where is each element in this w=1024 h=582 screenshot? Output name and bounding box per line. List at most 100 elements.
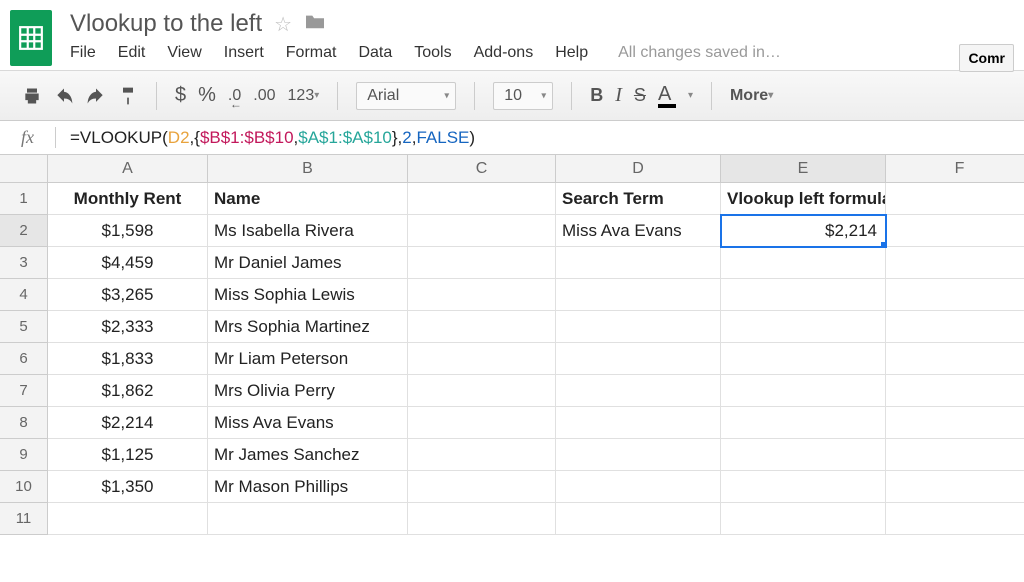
cell-E[interactable] (721, 247, 886, 279)
cell-F[interactable] (886, 375, 1024, 407)
col-head-D[interactable]: D (556, 155, 721, 183)
menu-format[interactable]: Format (286, 44, 337, 62)
cell-A[interactable]: $1,833 (48, 343, 208, 375)
cell-F[interactable] (886, 471, 1024, 503)
row-head-11[interactable]: 11 (0, 503, 48, 535)
star-icon[interactable]: ☆ (274, 12, 292, 37)
cell-A[interactable]: Monthly Rent (48, 183, 208, 215)
cell-B[interactable]: Mrs Sophia Martinez (208, 311, 408, 343)
menu-view[interactable]: View (167, 44, 201, 62)
cell-E[interactable] (721, 375, 886, 407)
sheets-logo[interactable] (10, 10, 52, 66)
row-head-1[interactable]: 1 (0, 183, 48, 215)
cell-E[interactable] (721, 311, 886, 343)
folder-icon[interactable] (304, 12, 326, 36)
currency-button[interactable]: $ (175, 84, 186, 107)
row-head-5[interactable]: 5 (0, 311, 48, 343)
select-all-corner[interactable] (0, 155, 48, 183)
cell-B[interactable]: Mr Mason Phillips (208, 471, 408, 503)
row-head-10[interactable]: 10 (0, 471, 48, 503)
number-format-button[interactable]: 123 ▾ (288, 87, 320, 105)
increase-decimal-button[interactable]: .00 (253, 87, 275, 105)
comments-button[interactable]: Comr (959, 44, 1014, 72)
cell-A[interactable]: $2,214 (48, 407, 208, 439)
cell-D[interactable]: Miss Ava Evans (556, 215, 721, 247)
cell-D[interactable] (556, 375, 721, 407)
cell-B[interactable] (208, 503, 408, 535)
cell-C[interactable] (408, 439, 556, 471)
cell-B[interactable]: Mr Liam Peterson (208, 343, 408, 375)
redo-icon[interactable] (86, 88, 106, 104)
cell-F[interactable] (886, 183, 1024, 215)
cell-C[interactable] (408, 471, 556, 503)
cell-F[interactable] (886, 311, 1024, 343)
cell-D[interactable] (556, 247, 721, 279)
cell-F[interactable] (886, 407, 1024, 439)
paint-format-icon[interactable] (118, 85, 138, 107)
col-head-E[interactable]: E (721, 155, 886, 183)
cell-E[interactable] (721, 439, 886, 471)
cell-C[interactable] (408, 311, 556, 343)
cell-E[interactable] (721, 279, 886, 311)
cell-A[interactable]: $3,265 (48, 279, 208, 311)
cell-F[interactable] (886, 343, 1024, 375)
more-button[interactable]: More ▾ (730, 87, 773, 105)
cell-F[interactable] (886, 215, 1024, 247)
row-head-8[interactable]: 8 (0, 407, 48, 439)
italic-button[interactable]: I (615, 84, 622, 107)
col-head-F[interactable]: F (886, 155, 1024, 183)
row-head-3[interactable]: 3 (0, 247, 48, 279)
cell-C[interactable] (408, 407, 556, 439)
cell-D[interactable] (556, 279, 721, 311)
text-color-dropdown-icon[interactable]: ▾ (688, 90, 693, 101)
cell-D[interactable] (556, 343, 721, 375)
cell-A[interactable]: $1,350 (48, 471, 208, 503)
decrease-decimal-button[interactable]: .0← (228, 87, 241, 105)
cell-B[interactable]: Miss Ava Evans (208, 407, 408, 439)
row-head-7[interactable]: 7 (0, 375, 48, 407)
cell-C[interactable] (408, 247, 556, 279)
cell-C[interactable] (408, 503, 556, 535)
cell-F[interactable] (886, 503, 1024, 535)
formula-input[interactable]: =VLOOKUP(D2,{$B$1:$B$10,$A$1:$A$10},2,FA… (56, 128, 475, 148)
cell-D[interactable] (556, 407, 721, 439)
cell-E[interactable] (721, 471, 886, 503)
row-head-2[interactable]: 2 (0, 215, 48, 247)
cell-E[interactable]: Vlookup left formula (721, 183, 886, 215)
doc-title[interactable]: Vlookup to the left (70, 10, 262, 38)
cell-E[interactable] (721, 503, 886, 535)
menu-help[interactable]: Help (555, 44, 588, 62)
menu-insert[interactable]: Insert (224, 44, 264, 62)
col-head-A[interactable]: A (48, 155, 208, 183)
cell-D[interactable]: Search Term (556, 183, 721, 215)
cell-D[interactable] (556, 439, 721, 471)
cell-B[interactable]: Mrs Olivia Perry (208, 375, 408, 407)
menu-edit[interactable]: Edit (118, 44, 146, 62)
cell-A[interactable]: $1,862 (48, 375, 208, 407)
cell-A[interactable]: $1,598 (48, 215, 208, 247)
cell-F[interactable] (886, 247, 1024, 279)
bold-button[interactable]: B (590, 85, 603, 106)
font-select[interactable]: Arial▾ (356, 82, 456, 110)
cell-E[interactable]: $2,214 (721, 215, 886, 247)
cell-F[interactable] (886, 279, 1024, 311)
cell-C[interactable] (408, 375, 556, 407)
font-size-select[interactable]: 10▾ (493, 82, 553, 110)
cell-A[interactable]: $4,459 (48, 247, 208, 279)
row-head-9[interactable]: 9 (0, 439, 48, 471)
cell-A[interactable]: $2,333 (48, 311, 208, 343)
row-head-6[interactable]: 6 (0, 343, 48, 375)
menu-data[interactable]: Data (358, 44, 392, 62)
cell-B[interactable]: Miss Sophia Lewis (208, 279, 408, 311)
cell-F[interactable] (886, 439, 1024, 471)
cell-C[interactable] (408, 343, 556, 375)
menu-tools[interactable]: Tools (414, 44, 451, 62)
cell-E[interactable] (721, 343, 886, 375)
cell-C[interactable] (408, 279, 556, 311)
cell-D[interactable] (556, 311, 721, 343)
cell-B[interactable]: Ms Isabella Rivera (208, 215, 408, 247)
print-icon[interactable] (22, 86, 42, 106)
cell-B[interactable]: Name (208, 183, 408, 215)
menu-addons[interactable]: Add-ons (474, 44, 534, 62)
cell-B[interactable]: Mr Daniel James (208, 247, 408, 279)
